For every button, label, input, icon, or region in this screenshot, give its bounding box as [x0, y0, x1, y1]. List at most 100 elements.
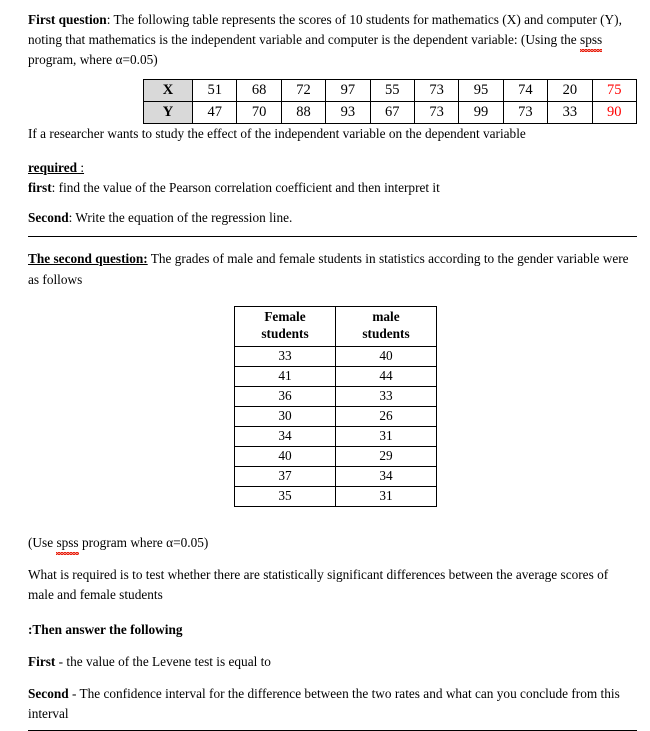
table1-y-cell-7: 73 [502, 100, 549, 124]
table2-header-male-line1: male [372, 308, 400, 324]
table2-female-cell-4: 34 [234, 425, 336, 447]
table2-male-cell-0: 40 [335, 345, 437, 367]
table1-x-cell-3: 97 [325, 78, 371, 102]
table-row: 41 44 [234, 365, 437, 387]
table1-x-cell-4: 55 [369, 78, 415, 102]
question1-intro-paragraph: First question: The following table repr… [28, 10, 637, 71]
question2-second-line: Second - The confidence interval for the… [28, 684, 637, 724]
then-answer-heading: :Then answer the following [28, 621, 183, 637]
question2-heading: The second question: [28, 251, 148, 267]
table1-y-cell-0: 47 [191, 100, 238, 124]
spacer-after-rule-top [28, 237, 637, 249]
table1-y-cell-6: 99 [458, 100, 504, 124]
use-spss-line: (Use spss program where α=0.05) [28, 533, 637, 556]
table1-container: X 51 68 72 97 55 73 95 74 20 75 Y 47 70 … [28, 78, 638, 124]
table2-male-cell-6: 34 [335, 465, 437, 487]
spacer-before-q2-first [28, 640, 637, 652]
table1-x-cell-7: 74 [502, 78, 549, 102]
question2-first-label: First [28, 653, 56, 669]
table1-y-cell-4: 67 [369, 100, 415, 124]
table1-row-label-y: Y [143, 100, 193, 124]
required-label-line: required : [28, 158, 637, 178]
use-spss-part1: (Use [28, 534, 57, 550]
table-row: 36 33 [234, 385, 437, 407]
table1-y-cell-8: 33 [547, 100, 593, 124]
spacer-after-table2 [28, 507, 637, 533]
table2-female-cell-5: 40 [234, 445, 336, 467]
table1-x-cell-0: 51 [191, 78, 238, 102]
top-spacer [28, 0, 637, 10]
question2-first-text: - the value of the Levene test is equal … [55, 653, 271, 669]
table-row: 40 29 [234, 445, 437, 467]
table1-row-label-x: X [143, 78, 193, 102]
table2-header-female-line2: students [261, 326, 309, 342]
table-row: Y 47 70 88 93 67 73 99 73 33 90 [143, 100, 638, 124]
table1-x-cell-9: 75 [591, 78, 638, 102]
required-label: required [28, 159, 78, 175]
question1-intro-part2: program, where α=0.05) [28, 52, 158, 68]
table1-x-cell-2: 72 [280, 78, 327, 102]
required-colon: : [77, 159, 85, 175]
table2-female-cell-3: 30 [234, 405, 336, 427]
question1-second-label: Second [28, 210, 69, 226]
table2-header-row: Female students male students [234, 305, 437, 347]
table1-y-cell-2: 88 [280, 100, 327, 124]
table-row: X 51 68 72 97 55 73 95 74 20 75 [143, 78, 638, 102]
table2-male-cell-5: 29 [335, 445, 437, 467]
question1-first-line: first: find the value of the Pearson cor… [28, 178, 637, 198]
document-page: First question: The following table repr… [0, 0, 650, 731]
table2-male-cell-3: 26 [335, 405, 437, 427]
table-row: 35 31 [234, 485, 437, 507]
table-row: 37 34 [234, 465, 437, 487]
spacer-before-required [28, 144, 637, 158]
question1-first-label: first [28, 180, 52, 196]
table2-female-cell-0: 33 [234, 345, 336, 367]
spss-spellcheck-word-2: spss [56, 533, 79, 556]
question1-intro-part1: : The following table represents the sco… [28, 12, 622, 48]
question2-second-text: - The confidence interval for the differ… [28, 685, 620, 722]
table1-y-cell-5: 73 [413, 100, 460, 124]
question2-intro-paragraph: The second question: The grades of male … [28, 249, 637, 289]
spacer-before-table1 [28, 71, 637, 79]
table2-female-cell-6: 37 [234, 465, 336, 487]
table2-male-cell-2: 33 [335, 385, 437, 407]
table1-y-cell-9: 90 [591, 100, 638, 124]
grades-by-gender-table: Female students male students 33 40 41 44 … [234, 305, 437, 507]
spacer-before-second [28, 198, 637, 208]
table1-x-cell-8: 20 [547, 78, 593, 102]
table2-header-male-line2: students [362, 326, 410, 342]
table-row: 33 40 [234, 345, 437, 367]
table2-female-cell-2: 36 [234, 385, 336, 407]
spacer-before-q2-second [28, 672, 637, 684]
table2-male-cell-1: 44 [335, 365, 437, 387]
table-row: 34 31 [234, 425, 437, 447]
spss-spellcheck-word-1: spss [580, 30, 603, 53]
spacer-before-then-answer [28, 606, 637, 620]
question1-heading: First question [28, 12, 107, 27]
table1-x-cell-1: 68 [236, 78, 282, 102]
spacer-before-requirement [28, 553, 637, 565]
table2-header-male: male students [335, 305, 437, 347]
question2-requirement-paragraph: What is required is to test whether ther… [28, 567, 609, 603]
table2-container: Female students male students 33 40 41 44 … [28, 305, 637, 507]
question2-second-label: Second [28, 685, 69, 701]
question1-first-text: : find the value of the Pearson correlat… [51, 180, 440, 196]
scores-table: X 51 68 72 97 55 73 95 74 20 75 Y 47 70 … [143, 78, 638, 124]
use-spss-part2: program where α=0.05) [78, 534, 209, 550]
table2-female-cell-1: 41 [234, 365, 336, 387]
question2-first-line: First - the value of the Levene test is … [28, 652, 637, 672]
question1-after-table-paragraph: If a researcher wants to study the effec… [28, 125, 526, 141]
table1-y-cell-1: 70 [236, 100, 282, 124]
table2-male-cell-4: 31 [335, 425, 437, 447]
spacer-before-table2 [28, 290, 637, 306]
table1-x-cell-5: 73 [413, 78, 460, 102]
table2-header-female: Female students [234, 305, 336, 347]
table2-header-female-line1: Female [264, 308, 306, 324]
question1-second-text: : Write the equation of the regression l… [68, 210, 293, 226]
question1-second-line: Second: Write the equation of the regres… [28, 208, 637, 228]
spacer-before-rule-top [28, 228, 637, 236]
table2-female-cell-7: 35 [234, 485, 336, 507]
table1-y-cell-3: 93 [325, 100, 371, 124]
table1-x-cell-6: 95 [458, 78, 504, 102]
table2-male-cell-7: 31 [335, 485, 437, 507]
